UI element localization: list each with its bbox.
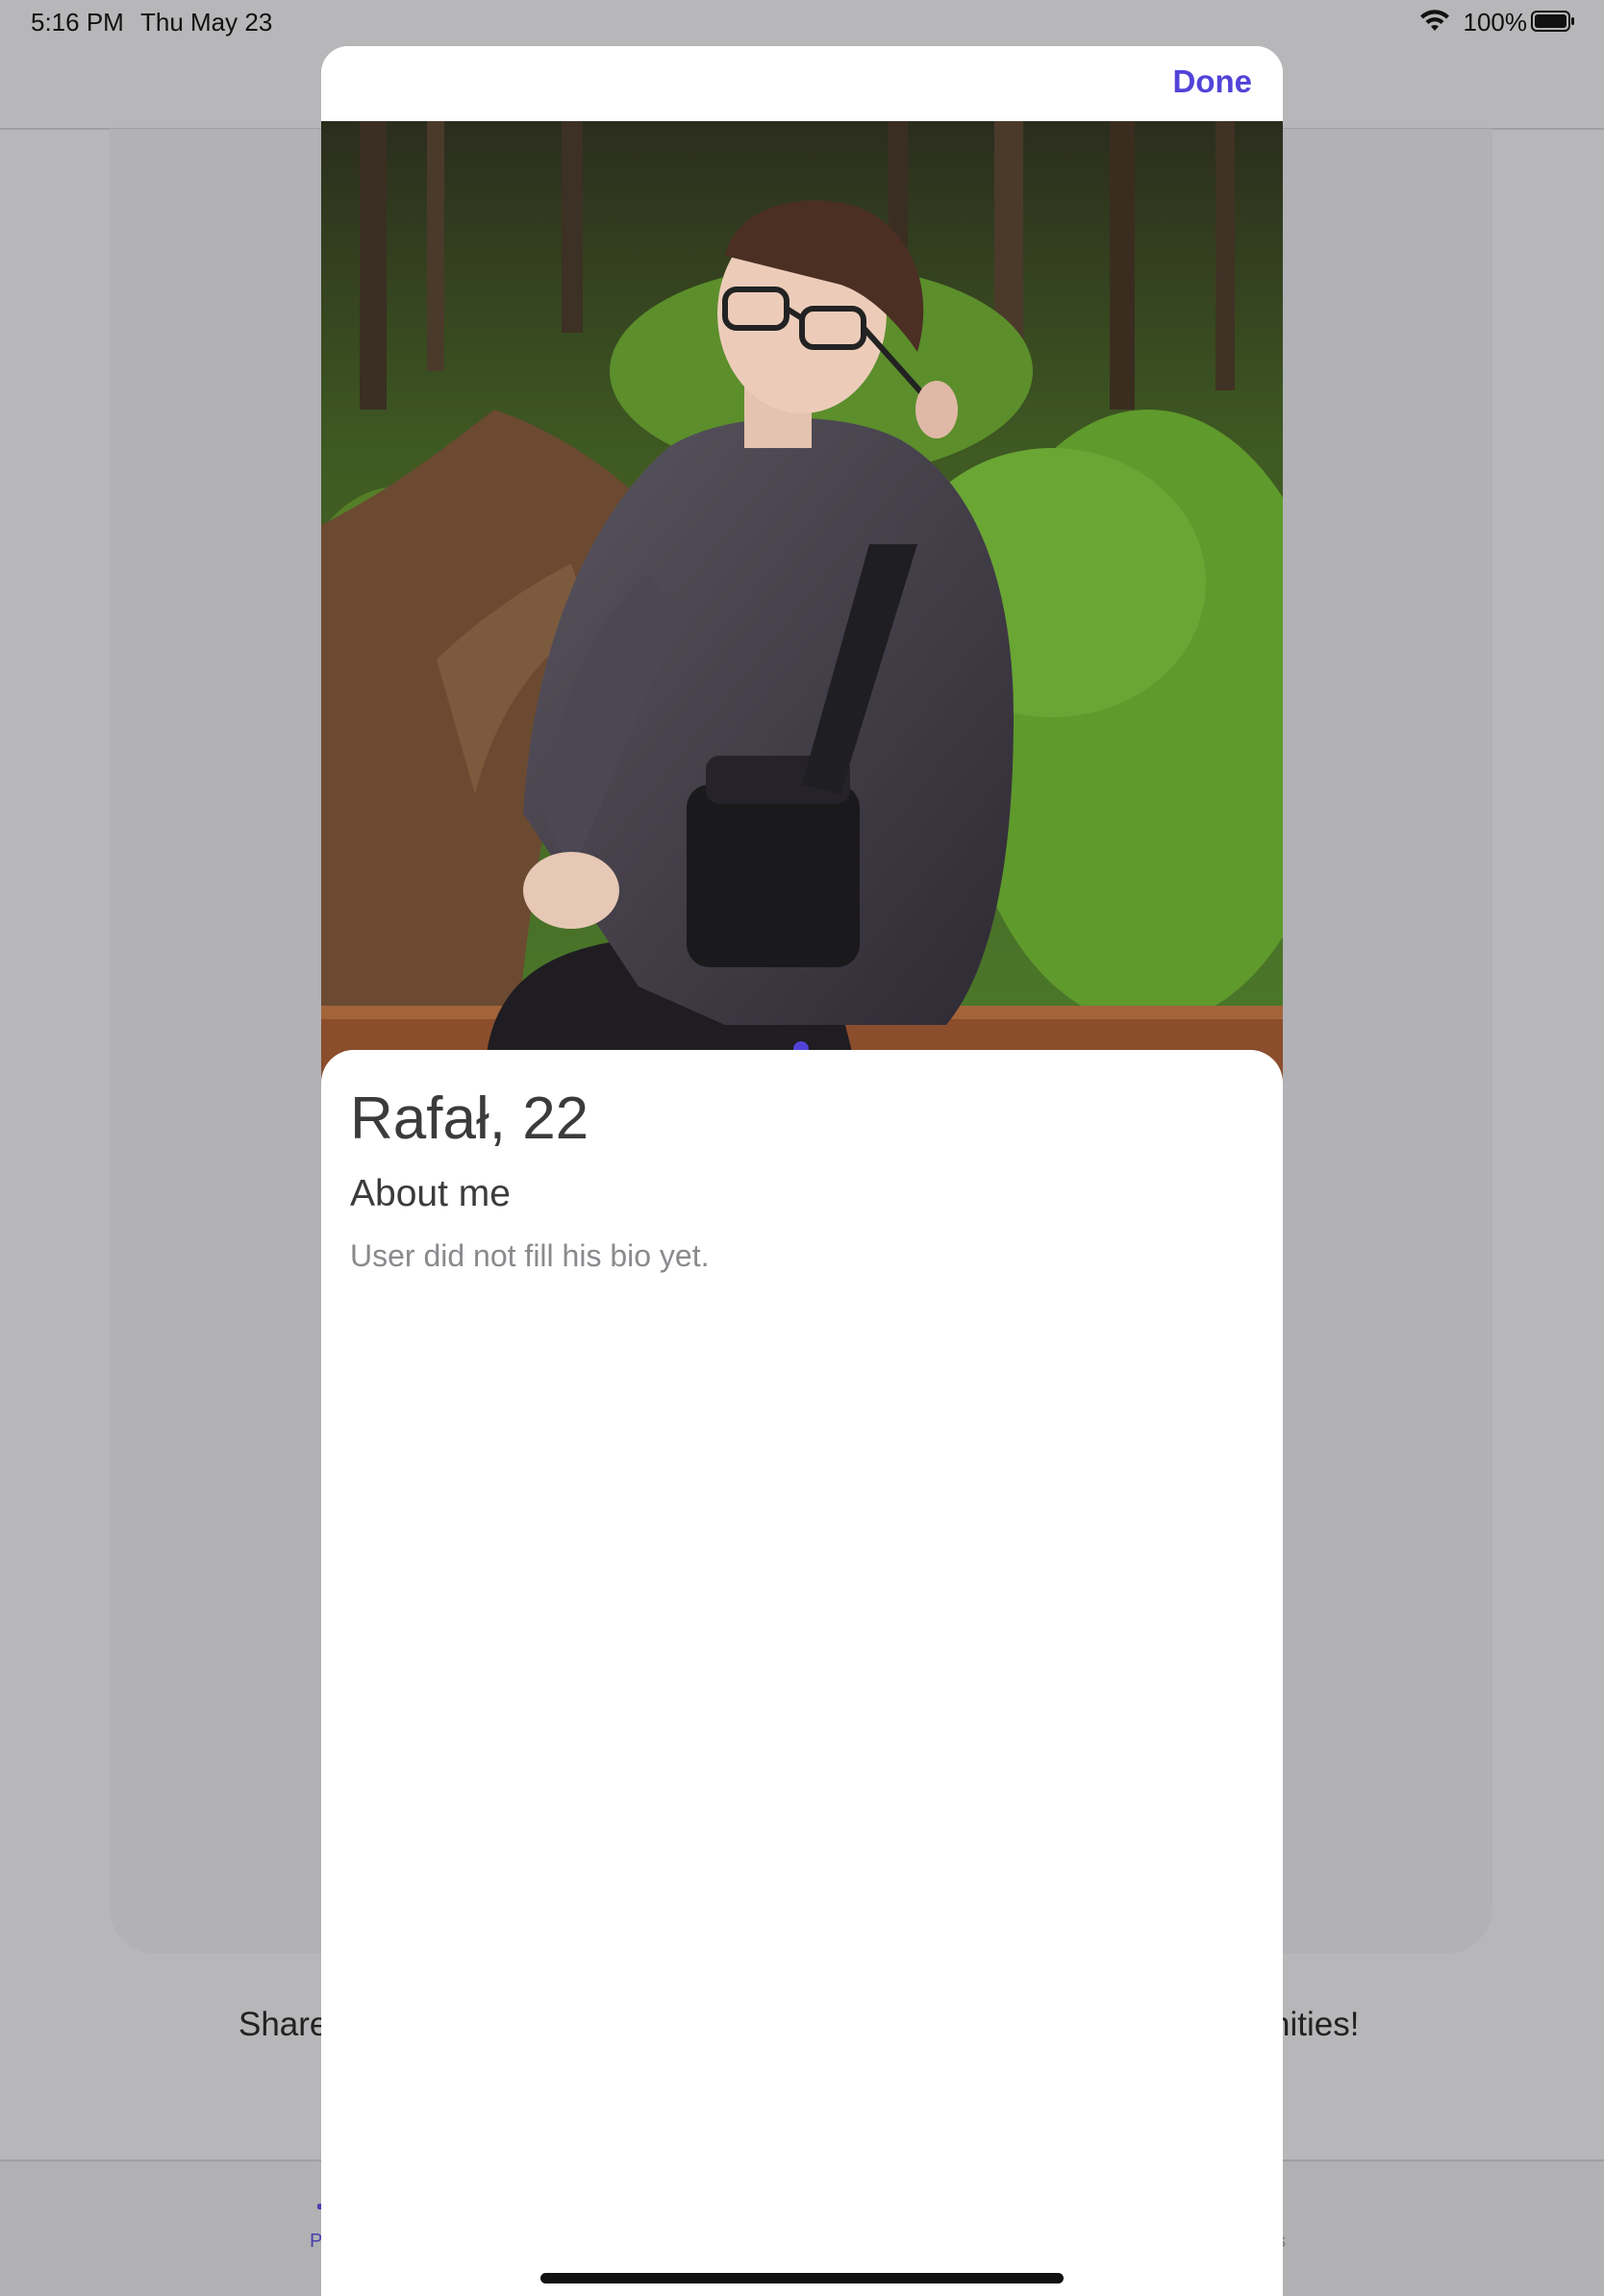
profile-info-card: Rafał, 22 About me User did not fill his… bbox=[321, 1050, 1283, 2296]
about-me-heading: About me bbox=[350, 1173, 511, 1214]
bio-text: User did not fill his bio yet. bbox=[350, 1238, 710, 1273]
profile-name-age: Rafał, 22 bbox=[350, 1086, 589, 1152]
profile-photo-illustration bbox=[321, 121, 1283, 1083]
profile-photo[interactable] bbox=[321, 121, 1283, 1083]
wifi-icon bbox=[1420, 10, 1449, 31]
battery-percent: 100% bbox=[1463, 8, 1528, 37]
home-indicator[interactable] bbox=[540, 2273, 1064, 2284]
sheet-header: Done bbox=[321, 46, 1283, 121]
status-time: 5:16 PM bbox=[31, 8, 124, 37]
done-button[interactable]: Done bbox=[1173, 63, 1253, 100]
background-share-text-right: nities! bbox=[1271, 2006, 1360, 2043]
profile-sheet: Done Rafał, 22 About me User did not fil… bbox=[321, 46, 1283, 2296]
status-bar: 5:16 PM Thu May 23 100% bbox=[0, 0, 1604, 44]
background-share-text-left: Share bbox=[238, 2006, 329, 2043]
status-date: Thu May 23 bbox=[140, 8, 273, 37]
battery-icon bbox=[1531, 11, 1574, 32]
